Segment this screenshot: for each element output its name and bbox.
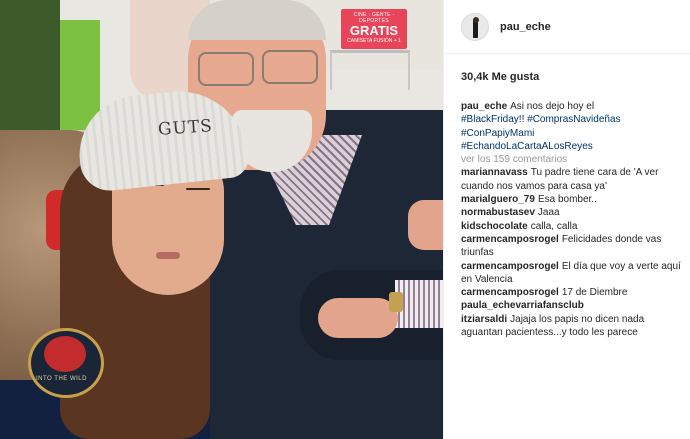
caption-hashtag-line[interactable]: #ConPapiyMami (461, 127, 686, 140)
comment-item: carmencamposrogel Felicidades donde vas t… (461, 233, 686, 260)
comment-item: kidschocolate calla, calla (461, 220, 686, 233)
comment-text: Esa bomber.. (537, 194, 597, 206)
comment-text: 17 de Diembre (561, 287, 628, 299)
view-all-comments-link[interactable]: ver los 159 comentarios (461, 153, 686, 166)
man-hair (188, 0, 326, 40)
green-sign (60, 20, 100, 130)
glasses-left-lens (198, 52, 254, 86)
caption-hashtag-line[interactable]: #EchandoLaCartaALosReyes (461, 140, 686, 153)
beanie-label: GUTS (157, 116, 214, 140)
comment-item: marialguero_79 Esa bomber.. (461, 193, 686, 206)
comment-username[interactable]: carmencamposrogel (461, 261, 559, 272)
comment-username[interactable]: kidschocolate (461, 221, 528, 232)
avatar-head (473, 16, 479, 23)
comment-username[interactable]: marialguero_79 (461, 194, 535, 205)
post-header: pau_eche (444, 0, 690, 54)
comment-username[interactable]: itziarsaldi (461, 314, 507, 325)
man-hand-left (318, 298, 398, 338)
woman-eye-right (186, 188, 210, 190)
comment-item: normabustasev Jaaa (461, 206, 686, 219)
comment-item: carmencamposrogel El día que voy a verte … (461, 260, 686, 287)
caption: pau_eche Asi nos dejo hoy el #BlackFriday… (461, 100, 686, 153)
post-photo[interactable]: CINE · GENTE · DEPORTES GRATIS CAMISETA … (0, 0, 443, 439)
coat-badge-text: INTO THE WILD (36, 376, 87, 382)
comment-item: paula_echevarriafansclub (461, 299, 686, 312)
wristwatch (389, 292, 403, 312)
comment-text: Jaaa (537, 207, 560, 219)
comments-section: pau_eche Asi nos dejo hoy el #BlackFriday… (461, 100, 686, 339)
comment-username[interactable]: carmencamposrogel (461, 287, 559, 298)
instagram-post: CINE · GENTE · DEPORTES GRATIS CAMISETA … (0, 0, 690, 439)
woman-lips (156, 252, 180, 259)
comment-item: mariannavass Tu padre tiene cara de 'A ve… (461, 166, 686, 193)
comment-text: calla, calla (530, 220, 578, 232)
comment-username[interactable]: carmencamposrogel (461, 234, 559, 245)
caption-hashtag-line[interactable]: #BlackFriday!! #ComprasNavideñas (461, 113, 686, 126)
author-username[interactable]: pau_eche (500, 21, 551, 33)
like-count[interactable]: 30,4k Me gusta (461, 71, 539, 83)
ad-sign-title: GRATIS (349, 23, 399, 38)
ad-sign: CINE · GENTE · DEPORTES GRATIS CAMISETA … (341, 9, 407, 49)
comment-item: itziarsaldi Jajaja los papis no dicen nad… (461, 313, 686, 340)
coat-badge-center (44, 336, 86, 372)
glasses-right-lens (262, 50, 318, 84)
caption-text: Asi nos dejo hoy el (510, 101, 595, 112)
comment-username[interactable]: normabustasev (461, 207, 535, 218)
avatar[interactable] (461, 12, 489, 41)
man-hand-right (408, 200, 443, 250)
ad-sign-bottom: CAMISETA FUSIÓN + 1 (347, 38, 401, 44)
comment-username[interactable]: paula_echevarriafansclub (461, 300, 584, 311)
caption-username[interactable]: pau_eche (461, 101, 507, 112)
comment-username[interactable]: mariannavass (461, 167, 528, 178)
post-sidebar: pau_eche 30,4k Me gusta pau_eche Asi nos … (443, 0, 690, 439)
background-chairs (330, 50, 410, 90)
comment-item: carmencamposrogel 17 de Diembre (461, 286, 686, 299)
